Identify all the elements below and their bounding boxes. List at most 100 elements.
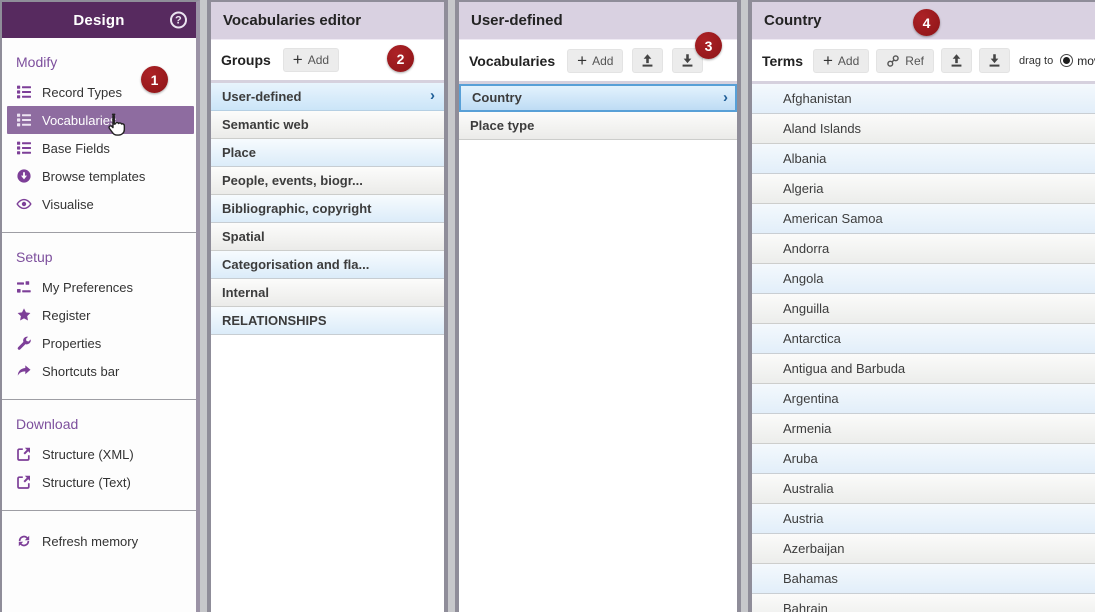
section-heading: Setup — [2, 239, 196, 273]
import-button[interactable] — [941, 48, 972, 73]
drag-to-label: drag to — [1019, 55, 1053, 67]
ref-label: Ref — [905, 53, 924, 69]
sidebar-item-label: Visualise — [42, 197, 94, 212]
add-term-button[interactable]: + Add — [813, 49, 869, 73]
vocabularies-editor-panel: Vocabularies editor Groups + Add User-de… — [207, 0, 448, 612]
group-row[interactable]: People, events, biogr... — [211, 167, 444, 195]
groups-label: Groups — [221, 52, 271, 68]
external-link-icon — [16, 446, 32, 462]
sidebar-section-setup: Setup My Preferences Register Properties… — [2, 233, 196, 400]
sidebar-item-refresh-memory[interactable]: Refresh memory — [2, 527, 196, 555]
group-row-user-defined[interactable]: User-defined › — [211, 83, 444, 111]
step-badge-3: 3 — [695, 32, 722, 59]
sidebar-item-register[interactable]: Register — [2, 301, 196, 329]
group-row[interactable]: Place — [211, 139, 444, 167]
terms-label: Terms — [762, 53, 803, 69]
sidebar-section-modify: Modify Record Types Vocabularies Base Fi… — [2, 38, 196, 233]
term-row[interactable]: American Samoa — [752, 204, 1095, 234]
panel-title: Vocabularies editor — [211, 2, 444, 40]
term-row[interactable]: Australia — [752, 474, 1095, 504]
terms-list: Afghanistan Aland Islands Albania Algeri… — [752, 84, 1095, 612]
sidebar-item-properties[interactable]: Properties — [2, 329, 196, 357]
radio-button-checked[interactable] — [1060, 54, 1073, 67]
term-row[interactable]: Antigua and Barbuda — [752, 354, 1095, 384]
share-arrow-icon — [16, 363, 32, 379]
term-row[interactable]: Algeria — [752, 174, 1095, 204]
term-row[interactable]: Albania — [752, 144, 1095, 174]
user-defined-panel: User-defined Vocabularies + Add Country … — [455, 0, 741, 612]
sidebar-title: Design — [73, 12, 124, 29]
group-row[interactable]: Bibliographic, copyright — [211, 195, 444, 223]
term-row[interactable]: Argentina — [752, 384, 1095, 414]
sidebar-item-label: Structure (Text) — [42, 475, 131, 490]
term-row[interactable]: Bahrain — [752, 594, 1095, 612]
group-row[interactable]: RELATIONSHIPS — [211, 307, 444, 335]
radio-move-label: move — [1077, 54, 1095, 68]
sidebar: Design ? Modify Record Types Vocabularie… — [0, 0, 200, 612]
term-row[interactable]: Angola — [752, 264, 1095, 294]
vocabulary-row-country[interactable]: Country › — [459, 84, 737, 112]
radio-move[interactable]: move — [1060, 54, 1095, 68]
term-row[interactable]: Aruba — [752, 444, 1095, 474]
mouse-cursor-hand-icon — [103, 112, 129, 138]
star-icon — [16, 307, 32, 323]
section-heading: Modify — [2, 44, 196, 78]
link-icon — [886, 54, 900, 68]
add-vocabulary-button[interactable]: + Add — [567, 49, 623, 73]
upload-icon — [949, 53, 964, 68]
sidebar-item-vocabularies[interactable]: Vocabularies — [7, 106, 194, 134]
ref-button[interactable]: Ref — [876, 49, 934, 73]
sidebar-item-structure-text[interactable]: Structure (Text) — [2, 468, 196, 496]
term-row[interactable]: Armenia — [752, 414, 1095, 444]
group-row[interactable]: Semantic web — [211, 111, 444, 139]
help-icon[interactable]: ? — [170, 12, 187, 29]
group-row[interactable]: Categorisation and fla... — [211, 251, 444, 279]
step-badge-4: 4 — [913, 9, 940, 36]
download-cloud-icon — [16, 168, 32, 184]
plus-icon: + — [577, 54, 587, 68]
add-group-button[interactable]: + Add — [283, 48, 339, 72]
section-heading: Download — [2, 406, 196, 440]
step-badge-2: 2 — [387, 45, 414, 72]
term-row[interactable]: Austria — [752, 504, 1095, 534]
term-row[interactable]: Afghanistan — [752, 84, 1095, 114]
wrench-icon — [16, 335, 32, 351]
term-row[interactable]: Bahamas — [752, 564, 1095, 594]
plus-icon: + — [823, 54, 833, 68]
sidebar-item-label: Browse templates — [42, 169, 145, 184]
group-row[interactable]: Spatial — [211, 223, 444, 251]
sidebar-item-label: My Preferences — [42, 280, 133, 295]
add-label: Add — [592, 53, 613, 69]
list-icon — [16, 140, 32, 156]
vocabulary-row[interactable]: Place type — [459, 112, 737, 140]
groups-list: User-defined › Semantic web Place People… — [211, 83, 444, 612]
term-row[interactable]: Antarctica — [752, 324, 1095, 354]
sidebar-item-base-fields[interactable]: Base Fields — [2, 134, 196, 162]
term-row[interactable]: Anguilla — [752, 294, 1095, 324]
sidebar-item-shortcuts-bar[interactable]: Shortcuts bar — [2, 357, 196, 385]
external-link-icon — [16, 474, 32, 490]
term-row[interactable]: Aland Islands — [752, 114, 1095, 144]
sidebar-item-label: Record Types — [42, 85, 122, 100]
export-button[interactable] — [979, 48, 1010, 73]
download-icon — [680, 53, 695, 68]
sidebar-item-browse-templates[interactable]: Browse templates — [2, 162, 196, 190]
import-button[interactable] — [632, 48, 663, 73]
app-root: Design ? Modify Record Types Vocabularie… — [0, 0, 1095, 612]
chevron-right-icon: › — [430, 83, 435, 109]
sidebar-item-label: Properties — [42, 336, 101, 351]
refresh-icon — [16, 533, 32, 549]
sidebar-section-download: Download Structure (XML) Structure (Text… — [2, 400, 196, 511]
sidebar-item-structure-xml[interactable]: Structure (XML) — [2, 440, 196, 468]
group-row[interactable]: Internal — [211, 279, 444, 307]
sidebar-item-my-preferences[interactable]: My Preferences — [2, 273, 196, 301]
sidebar-item-label: Shortcuts bar — [42, 364, 119, 379]
list-icon — [16, 84, 32, 100]
sidebar-section-refresh: Refresh memory — [2, 511, 196, 569]
term-row[interactable]: Azerbaijan — [752, 534, 1095, 564]
sidebar-item-label: Register — [42, 308, 90, 323]
term-row[interactable]: Andorra — [752, 234, 1095, 264]
eye-icon — [16, 196, 32, 212]
sidebar-item-visualise[interactable]: Visualise — [2, 190, 196, 218]
download-icon — [987, 53, 1002, 68]
